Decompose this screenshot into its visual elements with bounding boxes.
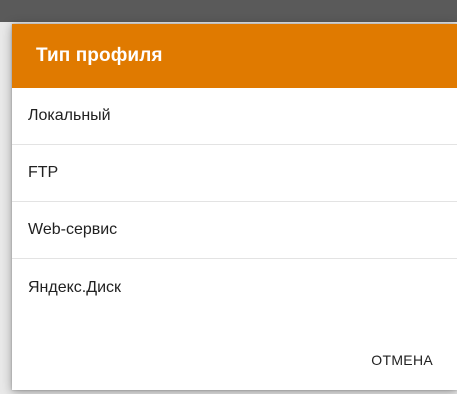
option-label: FTP	[28, 164, 59, 181]
option-yandex-disk[interactable]: Яндекс.Диск	[12, 259, 457, 316]
option-label: Web-сервис	[28, 221, 118, 238]
profile-type-list: Локальный FTP Web-сервис Яндекс.Диск	[12, 88, 457, 316]
option-local[interactable]: Локальный	[12, 88, 457, 145]
option-web-service[interactable]: Web-сервис	[12, 202, 457, 259]
underlying-app-bar	[0, 0, 457, 22]
dialog-footer: ОТМЕНА	[12, 332, 457, 390]
dialog-header: Тип профиля	[12, 24, 457, 88]
option-ftp[interactable]: FTP	[12, 145, 457, 202]
option-label: Яндекс.Диск	[28, 278, 122, 296]
dialog-title: Тип профиля	[36, 45, 163, 66]
cancel-button[interactable]: ОТМЕНА	[371, 348, 433, 372]
profile-type-dialog: Тип профиля Локальный FTP Web-сервис Янд…	[12, 24, 457, 390]
option-label: Локальный	[28, 107, 111, 124]
